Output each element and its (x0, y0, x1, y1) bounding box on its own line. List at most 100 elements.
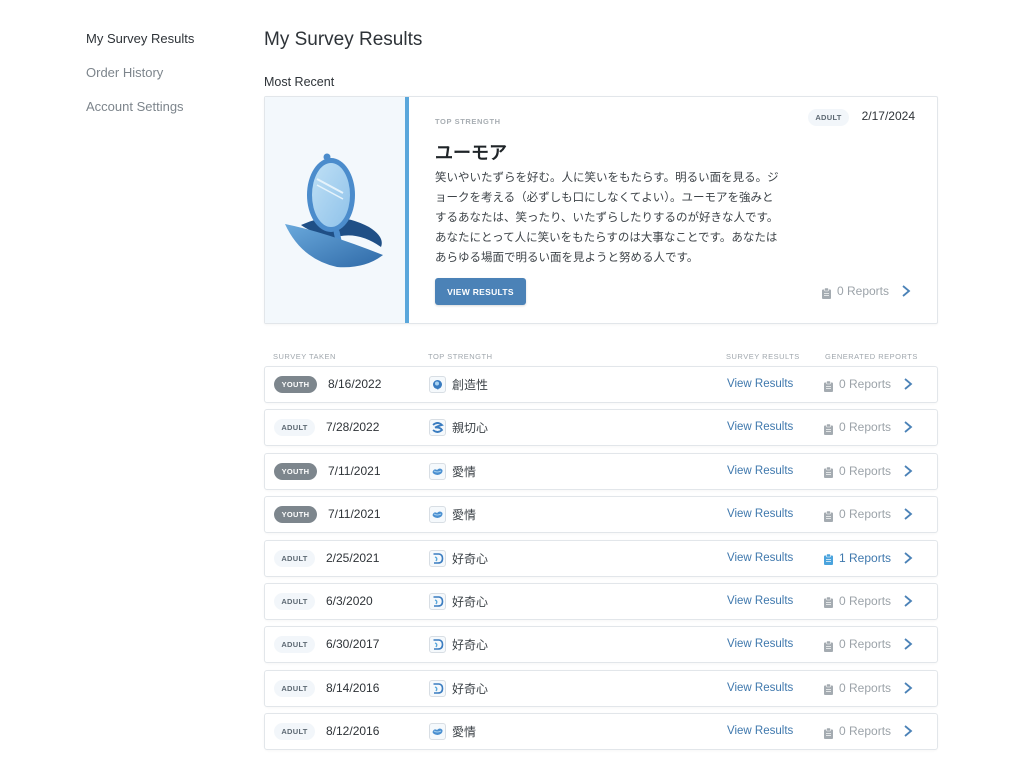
reports-link[interactable]: 0 Reports (824, 724, 915, 739)
chevron-right-icon[interactable] (899, 284, 913, 298)
reports-link[interactable]: 0 Reports (824, 507, 915, 522)
chevron-right-icon[interactable] (901, 464, 915, 478)
table-row-1: YOUTH 8/16/2022 創造性 View Results 0 Repor… (264, 366, 938, 403)
love-icon (429, 723, 446, 741)
view-results-link[interactable]: View Results (727, 421, 793, 433)
survey-date: 7/11/2021 (328, 507, 381, 522)
curiosity-icon (429, 636, 446, 654)
chevron-right-icon[interactable] (901, 551, 915, 565)
reports-link[interactable]: 0 Reports (824, 680, 915, 696)
reports-link[interactable]: 0 Reports (824, 377, 915, 392)
clipboard-icon (821, 286, 831, 299)
age-badge: ADULT (274, 549, 315, 567)
header-survey-results: SURVEY RESULTS (726, 352, 800, 361)
page-title: My Survey Results (264, 29, 423, 50)
table-row-4: YOUTH 7/11/2021 愛情 View Results 0 Report… (264, 496, 938, 534)
chevron-right-icon[interactable] (901, 377, 915, 391)
age-badge: YOUTH (274, 376, 317, 393)
clipboard-icon (824, 682, 833, 696)
reports-count: 1 Reports (839, 550, 892, 565)
survey-date: 2/17/2024 (861, 109, 915, 123)
table-row-3: YOUTH 7/11/2021 愛情 View Results 0 Report… (264, 452, 938, 490)
strength-name: 親切心 (452, 421, 489, 436)
accent-bar (405, 97, 409, 323)
top-strength-label: TOP STRENGTH (435, 117, 501, 126)
age-badge: ADULT (274, 636, 315, 654)
view-results-link[interactable]: View Results (727, 595, 793, 607)
header-generated-reports: GENERATED REPORTS (825, 352, 918, 361)
main-content: My Survey Results Most Recent TOP STRENG… (264, 28, 938, 757)
strength-name: 愛情 (452, 464, 477, 479)
view-results-link[interactable]: View Results (727, 638, 793, 650)
strength-name: 好奇心 (452, 594, 489, 609)
reports-count: 0 Reports (836, 284, 889, 298)
survey-date: 8/12/2016 (326, 724, 380, 739)
hand-mirror-icon (285, 153, 383, 268)
header-survey-taken: SURVEY TAKEN (273, 352, 336, 361)
view-results-link[interactable]: View Results (727, 378, 793, 390)
clipboard-icon (824, 465, 833, 479)
reports-link[interactable]: 0 Reports (821, 284, 913, 299)
chevron-right-icon[interactable] (901, 507, 915, 521)
sidebar-nav: My Survey Results Order History Account … (86, 31, 194, 133)
age-badge: ADULT (274, 419, 315, 437)
view-results-link[interactable]: View Results (727, 552, 793, 564)
love-icon (429, 506, 446, 524)
survey-date: 8/16/2022 (328, 377, 382, 391)
table-row-7: ADULT 6/30/2017 好奇心 View Results 0 Repor… (264, 626, 938, 664)
reports-count: 0 Reports (839, 637, 892, 652)
chevron-right-icon[interactable] (901, 724, 915, 738)
table-row-6: ADULT 6/3/2020 好奇心 View Results 0 Report… (264, 582, 938, 620)
curiosity-icon (429, 549, 446, 567)
kindness-icon (429, 419, 446, 437)
reports-link[interactable]: 0 Reports (824, 593, 915, 609)
age-badge: YOUTH (274, 462, 317, 480)
age-badge: ADULT (274, 592, 315, 610)
curiosity-icon (429, 592, 446, 610)
survey-date: 8/14/2016 (326, 680, 380, 695)
reports-link[interactable]: 0 Reports (824, 637, 915, 652)
reports-link[interactable]: 0 Reports (824, 463, 915, 479)
view-results-link[interactable]: View Results (727, 508, 793, 520)
age-badge: ADULT (274, 723, 315, 741)
survey-date: 6/30/2017 (326, 637, 380, 652)
reports-link[interactable]: 1 Reports (824, 550, 915, 566)
recent-card-body: TOP STRENGTH ユーモア 笑いやいたずらを好む。人に笑いをもたらす。明… (435, 97, 937, 323)
chevron-right-icon[interactable] (901, 420, 915, 434)
reports-count: 0 Reports (839, 724, 892, 739)
chevron-right-icon[interactable] (901, 594, 915, 608)
view-results-link[interactable]: View Results (727, 465, 793, 477)
view-results-link[interactable]: View Results (727, 682, 793, 694)
view-results-link[interactable]: View Results (727, 725, 793, 737)
survey-date: 2/25/2021 (326, 550, 380, 565)
view-results-button[interactable]: VIEW RESULTS (435, 278, 526, 305)
clipboard-icon (824, 509, 833, 522)
results-table-header: SURVEY TAKEN TOP STRENGTH SURVEY RESULTS… (264, 350, 938, 366)
results-table: YOUTH 8/16/2022 創造性 View Results 0 Repor… (264, 366, 938, 751)
sidebar-item-my-survey-results[interactable]: My Survey Results (86, 31, 194, 65)
reports-count: 0 Reports (839, 593, 892, 608)
chevron-right-icon[interactable] (901, 637, 915, 651)
reports-count: 0 Reports (839, 680, 892, 695)
age-badge: ADULT (274, 679, 315, 697)
creativity-icon (429, 376, 446, 393)
table-row-5: ADULT 2/25/2021 好奇心 View Results 1 Repor… (264, 539, 938, 577)
reports-count: 0 Reports (839, 463, 892, 478)
strength-name: 愛情 (452, 725, 477, 740)
clipboard-icon (824, 726, 833, 739)
most-recent-label: Most Recent (264, 75, 335, 89)
reports-count: 0 Reports (839, 507, 892, 522)
strength-name: 愛情 (452, 508, 477, 523)
sidebar-item-account-settings[interactable]: Account Settings (86, 99, 194, 133)
age-badge: ADULT (808, 109, 849, 126)
most-recent-card: TOP STRENGTH ユーモア 笑いやいたずらを好む。人に笑いをもたらす。明… (264, 96, 938, 324)
chevron-right-icon[interactable] (901, 681, 915, 695)
reports-count: 0 Reports (839, 377, 892, 391)
survey-date: 7/28/2022 (326, 420, 380, 435)
strength-name: 好奇心 (452, 638, 489, 653)
strength-name: 好奇心 (452, 681, 489, 696)
sidebar-item-order-history[interactable]: Order History (86, 65, 194, 99)
clipboard-icon (824, 552, 833, 566)
reports-link[interactable]: 0 Reports (824, 420, 915, 435)
clipboard-icon (824, 379, 833, 392)
